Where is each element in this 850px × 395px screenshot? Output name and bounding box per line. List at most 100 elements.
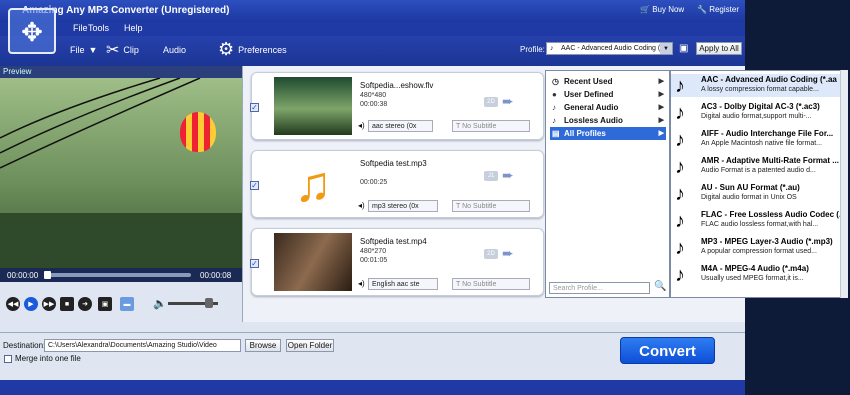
title-bar: Amazing Any MP3 Converter (Unregistered)…	[0, 0, 745, 22]
profile-select[interactable]: ♪ AAC - Advanced Audio Coding (*.aa ▼	[546, 42, 673, 55]
convert-arrow-icon: ➨	[502, 93, 514, 109]
audio-track-select-1[interactable]: aac stereo (0x	[368, 120, 433, 132]
convert-arrow-icon: ➨	[502, 167, 514, 183]
format-item[interactable]: ♪ AIFF - Audio Interchange File For... An …	[671, 128, 841, 151]
file-thumbnail-1	[274, 77, 352, 135]
format-item[interactable]: ♪ M4A - MPEG-4 Audio (*.m4a) Usually used …	[671, 263, 841, 286]
folder-icon[interactable]: ▬	[120, 297, 134, 311]
clip-button[interactable]: ✂ Clip	[106, 40, 139, 60]
format-item[interactable]: ♪ AAC - Advanced Audio Coding (*.aa A loss…	[671, 74, 841, 97]
destination-label: Destination:	[3, 341, 46, 350]
rewind-icon[interactable]: ◀◀	[6, 297, 20, 311]
chevron-right-icon: ▶	[658, 130, 664, 137]
chevron-down-icon: ▼	[88, 45, 98, 55]
toolbar: File ▼ ✂ Clip Audio ⚙ Preferences Profile: …	[0, 36, 745, 66]
file-name-3: Softpedia test.mp4	[360, 237, 427, 246]
preferences-button[interactable]: ⚙ Preferences	[218, 39, 287, 60]
category-general-audio[interactable]: ♪ General Audio ▶	[550, 101, 666, 114]
browse-button[interactable]: Browse	[245, 339, 281, 352]
file-duration-1: 00:00:38	[360, 101, 388, 108]
badge-3: 2D	[484, 249, 498, 259]
music-note-icon: ♫	[274, 155, 352, 213]
file-checkbox-2[interactable]: ✓	[250, 181, 259, 190]
file-duration-2: 00:00:25	[360, 179, 388, 186]
destination-input[interactable]: C:\Users\Alexandra\Documents\Amazing Stu…	[44, 339, 241, 352]
volume-handle[interactable]	[205, 298, 213, 308]
snapshot-icon[interactable]: ▣	[98, 297, 112, 311]
file-duration-3: 00:01:05	[360, 257, 388, 264]
music-note-icon: ♪	[550, 45, 554, 52]
file-checkbox-3[interactable]: ✓	[250, 259, 259, 268]
open-folder-button[interactable]: Open Folder	[286, 339, 334, 352]
chevron-down-icon: ▼	[660, 43, 672, 54]
search-profile-input[interactable]: Search Profile...	[549, 282, 650, 294]
music-note-icon: ♪	[675, 237, 685, 259]
merge-checkbox[interactable]	[4, 355, 12, 363]
search-icon[interactable]: 🔍	[654, 281, 666, 292]
seek-handle[interactable]	[44, 271, 51, 279]
music-note-icon: ♪	[675, 75, 685, 97]
format-item[interactable]: ♪ FLAC - Free Lossless Audio Codec (... FL…	[671, 209, 846, 232]
register-link[interactable]: 🔧 Register	[697, 5, 739, 14]
category-all-profiles[interactable]: ▤ All Profiles ▶	[550, 127, 666, 140]
clip-icon: ✂	[106, 42, 120, 59]
chevron-right-icon: ▶	[658, 117, 664, 124]
file-checkbox-1[interactable]: ✓	[250, 103, 259, 112]
file-name-1: Softpedia...eshow.flv	[360, 81, 434, 90]
format-item[interactable]: ♪ MP3 - MPEG Layer-3 Audio (*.mp3) A popul…	[671, 236, 841, 259]
format-item[interactable]: ♪ AMR - Adaptive Multi-Rate Format ... Aud…	[671, 155, 841, 178]
stop-icon[interactable]: ■	[60, 297, 74, 311]
file-row-1[interactable]: ✓ Softpedia...eshow.flv 480*480 00:00:38…	[250, 72, 544, 140]
menu-bar: File Tools Help	[0, 22, 745, 36]
scrub-bar: 00:00:00 00:00:08	[0, 268, 242, 282]
playback-controls: ◀◀ ▶ ▶▶ ■ ➜ ▣ ▬ 🔈	[0, 290, 242, 318]
category-recent-used[interactable]: ◷ Recent Used ▶	[550, 75, 666, 88]
apply-to-all-button[interactable]: Apply to All	[696, 42, 742, 55]
category-user-defined[interactable]: ● User Defined ▶	[550, 88, 666, 101]
add-file-button[interactable]: File ▼	[70, 45, 97, 55]
clock-icon: ◷	[552, 77, 559, 86]
video-preview	[0, 78, 242, 268]
chevron-right-icon: ▶	[658, 104, 664, 111]
menu-tools[interactable]: Tools	[88, 23, 109, 33]
music-note-icon: ♪	[675, 156, 685, 178]
buy-now-link[interactable]: 🛒 Buy Now	[640, 5, 684, 14]
merge-label: Merge into one file	[15, 354, 81, 363]
seek-slider[interactable]	[46, 273, 191, 277]
subtitle-select-1[interactable]: T No Subtitle	[452, 120, 530, 132]
speaker-icon: ◂)	[358, 279, 365, 288]
play-icon[interactable]: ▶	[24, 297, 38, 311]
menu-file[interactable]: File	[73, 23, 88, 33]
time-end: 00:00:08	[200, 271, 232, 280]
badge-1: 2D	[484, 97, 498, 107]
music-note-icon: ♪	[552, 103, 556, 112]
category-lossless-audio[interactable]: ♪ Lossless Audio ▶	[550, 114, 666, 127]
file-row-3[interactable]: ✓ Softpedia test.mp4 480*270 00:01:05 2D…	[250, 228, 544, 296]
music-note-icon: ♪	[675, 264, 685, 286]
music-note-icon: ♪	[552, 116, 556, 125]
profile-category-list: ◷ Recent Used ▶ ● User Defined ▶ ♪ General Au…	[545, 70, 670, 298]
settings-icon[interactable]: ▣	[679, 43, 688, 54]
chevron-right-icon: ▶	[658, 91, 664, 98]
gear-icon: ⚙	[218, 39, 235, 59]
format-item[interactable]: ♪ AU - Sun AU Format (*.au) Digital audio …	[671, 182, 841, 205]
format-list-scrollbar[interactable]	[840, 70, 848, 298]
menu-help[interactable]: Help	[124, 23, 143, 33]
audio-track-select-3[interactable]: English aac ste	[368, 278, 438, 290]
file-row-2[interactable]: ✓ ♫ Softpedia test.mp3 00:00:25 J1 ➨ ◂) …	[250, 150, 544, 218]
format-item[interactable]: ♪ AC3 - Dolby Digital AC-3 (*.ac3) Digital…	[671, 101, 841, 124]
forward-icon[interactable]: ▶▶	[42, 297, 56, 311]
status-strip	[0, 380, 745, 395]
subtitle-select-2[interactable]: T No Subtitle	[452, 200, 530, 212]
balloon-image	[180, 112, 216, 152]
audio-track-select-2[interactable]: mp3 stereo (0x	[368, 200, 438, 212]
next-icon[interactable]: ➜	[78, 297, 92, 311]
music-note-icon: ♪	[675, 102, 685, 124]
volume-icon[interactable]: 🔈	[153, 297, 167, 310]
format-list: ♪ AAC - Advanced Audio Coding (*.aa A loss…	[670, 70, 848, 298]
subtitle-select-3[interactable]: T No Subtitle	[452, 278, 530, 290]
app-logo-icon: ✥	[8, 8, 56, 54]
file-name-2: Softpedia test.mp3	[360, 159, 427, 168]
convert-button[interactable]: Convert	[620, 337, 715, 364]
audio-button[interactable]: Audio	[163, 45, 186, 55]
